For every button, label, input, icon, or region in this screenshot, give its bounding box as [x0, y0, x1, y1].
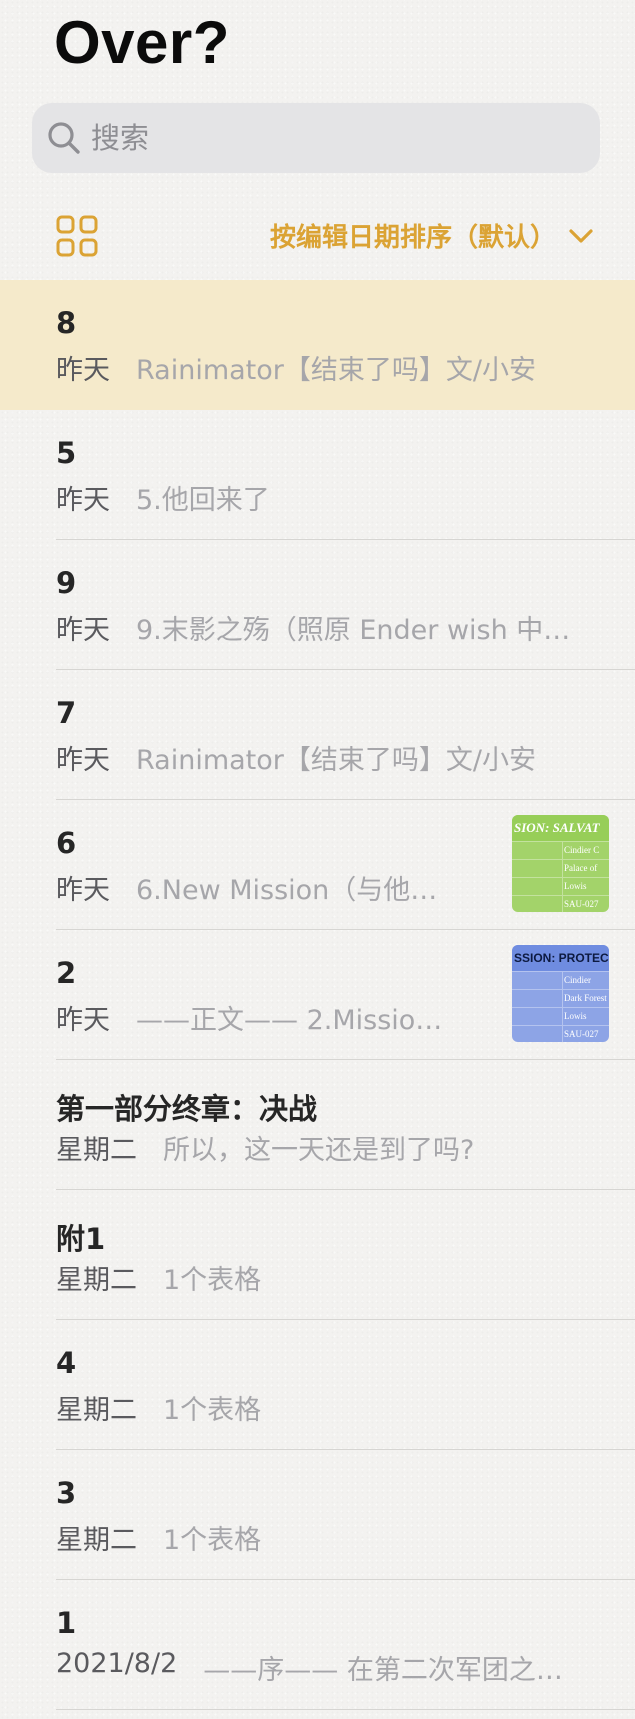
note-date: 昨天 — [56, 615, 110, 646]
sort-menu-button[interactable]: 按编辑日期排序（默认） — [270, 217, 594, 254]
note-preview: Rainimator【结束了吗】文/小安 — [136, 355, 536, 386]
note-preview: 6.New Mission（与他… — [136, 875, 438, 906]
note-item[interactable]: 1 2021/8/2 ——序—— 在第二次军团之… — [0, 1580, 635, 1710]
gallery-grid-icon — [56, 215, 98, 257]
note-title: 6 — [56, 826, 77, 860]
note-preview: 1个表格 — [163, 1525, 262, 1556]
note-item[interactable]: 6 昨天 6.New Mission（与他… SION: SALVAT Cindi… — [0, 800, 635, 930]
thumbnail-header: SION: SALVAT — [512, 815, 609, 841]
note-preview: ——正文—— 2.Missio… — [136, 1005, 443, 1036]
thumbnail-row: Dark Forest — [512, 989, 609, 1007]
note-date: 2021/8/2 — [56, 1648, 178, 1679]
note-item[interactable]: 附1 星期二 1个表格 — [0, 1190, 635, 1320]
notes-list: 8 昨天 Rainimator【结束了吗】文/小安 5 昨天 5.他回来了 9 昨天… — [0, 280, 635, 1710]
note-preview: 9.末影之殇（照原 Ender wish 中… — [136, 615, 571, 646]
note-thumbnail: SSION: PROTEC Cindier Dark Forest Lowis … — [512, 945, 609, 1042]
note-date: 星期二 — [56, 1265, 137, 1296]
thumbnail-header: SSION: PROTEC — [512, 945, 609, 971]
note-date: 星期二 — [56, 1135, 137, 1166]
sort-label: 按编辑日期排序（默认） — [269, 223, 556, 253]
note-preview: 5.他回来了 — [136, 485, 270, 516]
gallery-view-button[interactable] — [56, 215, 98, 257]
note-date: 星期二 — [56, 1525, 137, 1556]
thumbnail-row: Cindier C — [512, 841, 609, 859]
toolbar: 按编辑日期排序（默认） — [0, 205, 635, 265]
thumbnail-row: SAU-027 — [512, 1025, 609, 1042]
note-title: 附1 — [56, 1222, 106, 1256]
note-preview: 1个表格 — [163, 1395, 262, 1426]
note-preview: Rainimator【结束了吗】文/小安 — [136, 745, 536, 776]
note-title: 2 — [56, 956, 77, 990]
note-title: 9 — [56, 566, 77, 600]
search-bar[interactable] — [32, 103, 600, 173]
note-preview: ——序—— 在第二次军团之… — [203, 1655, 563, 1686]
note-title: 3 — [56, 1476, 77, 1510]
note-item[interactable]: 4 星期二 1个表格 — [0, 1320, 635, 1450]
note-date: 昨天 — [56, 745, 110, 776]
note-item[interactable]: 7 昨天 Rainimator【结束了吗】文/小安 — [0, 670, 635, 800]
thumbnail-row: Palace of — [512, 859, 609, 877]
note-item[interactable]: 3 星期二 1个表格 — [0, 1450, 635, 1580]
divider — [56, 1709, 635, 1710]
note-title: 4 — [56, 1346, 77, 1380]
note-item[interactable]: 第一部分终章：决战 星期二 所以，这一天还是到了吗? — [0, 1060, 635, 1190]
note-preview: 所以，这一天还是到了吗? — [163, 1135, 475, 1166]
note-item[interactable]: 9 昨天 9.末影之殇（照原 Ender wish 中… — [0, 540, 635, 670]
note-title: 8 — [56, 306, 77, 340]
search-input[interactable] — [91, 121, 571, 155]
note-title: 1 — [56, 1606, 77, 1640]
thumbnail-row: Cindier — [512, 971, 609, 989]
chevron-down-icon — [569, 228, 593, 243]
search-icon — [48, 122, 80, 154]
note-title: 7 — [56, 696, 77, 730]
note-date: 星期二 — [56, 1395, 137, 1426]
thumbnail-row: Lowis — [512, 877, 609, 895]
note-item[interactable]: 8 昨天 Rainimator【结束了吗】文/小安 — [0, 280, 635, 410]
thumbnail-row: Lowis — [512, 1007, 609, 1025]
note-preview: 1个表格 — [163, 1265, 262, 1296]
note-item[interactable]: 2 昨天 ——正文—— 2.Missio… SSION: PROTEC Cindi… — [0, 930, 635, 1060]
page-title: Over? — [54, 9, 230, 76]
note-title: 第一部分终章：决战 — [56, 1092, 318, 1126]
note-thumbnail: SION: SALVAT Cindier C Palace of Lowis S… — [512, 815, 609, 912]
note-date: 昨天 — [56, 1005, 110, 1036]
note-date: 昨天 — [56, 485, 110, 516]
note-date: 昨天 — [56, 355, 110, 386]
thumbnail-row: SAU-027 — [512, 895, 609, 912]
note-item[interactable]: 5 昨天 5.他回来了 — [0, 410, 635, 540]
note-title: 5 — [56, 436, 77, 470]
note-date: 昨天 — [56, 875, 110, 906]
